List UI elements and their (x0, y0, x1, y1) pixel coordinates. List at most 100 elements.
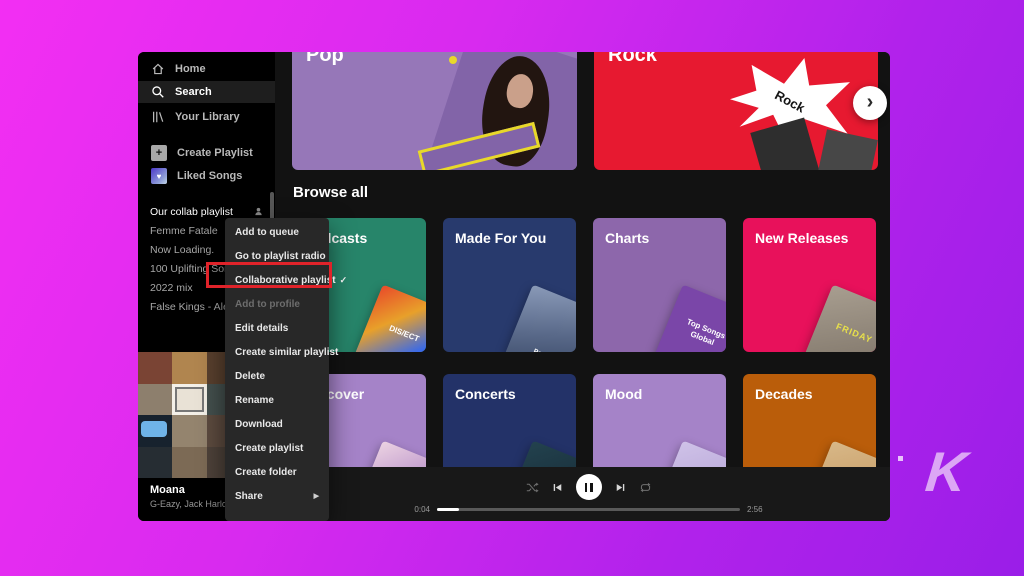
sidebar-item-home[interactable]: Home (138, 58, 275, 80)
collage-tile (172, 352, 206, 384)
menu-item-label: Share (235, 491, 263, 502)
card-title: Concerts (443, 374, 576, 402)
brand-letter: K (923, 444, 969, 500)
elapsed-time: 0:04 (410, 505, 430, 514)
check-icon: ✓ (340, 275, 348, 286)
menu-item-label: Create playlist (235, 443, 303, 454)
menu-item-label: Add to profile (235, 299, 300, 310)
card-title: Decades (743, 374, 876, 402)
pause-button[interactable] (576, 474, 602, 500)
menu-item-label: Create folder (235, 467, 297, 478)
browse-grid: Podcasts DIS/ECT Made For You Pop Mix Ch… (293, 218, 876, 508)
pause-icon (590, 483, 593, 492)
sidebar-item-label: Home (175, 63, 206, 75)
genre-artwork-label: Rock (772, 87, 807, 115)
card-artwork-label: DIS/ECT (381, 321, 426, 348)
collage-tile (138, 352, 172, 384)
annotation-highlight-box (206, 262, 332, 288)
card-artwork-label: FRIDAY (830, 320, 876, 348)
carousel-next-button[interactable]: › (853, 86, 887, 120)
progress-fill (437, 508, 459, 511)
submenu-arrow-icon: ▶ (314, 492, 319, 500)
menu-item-label: Rename (235, 395, 274, 406)
main-content: Pop Rock Rock › Browse all Podcasts DIS/… (275, 52, 890, 521)
genre-artwork (750, 118, 821, 170)
menu-item-share[interactable]: Share ▶ (225, 484, 329, 508)
menu-item-download[interactable]: Download (225, 412, 329, 436)
browse-all-heading: Browse all (293, 184, 368, 201)
card-title: Charts (593, 218, 726, 246)
sidebar-item-search[interactable]: Search (138, 81, 275, 103)
menu-item-add-to-queue[interactable]: Add to queue (225, 220, 329, 244)
browse-card-charts[interactable]: Charts Top Songs Global (593, 218, 726, 352)
card-artwork: DIS/ECT (355, 285, 426, 352)
collaborative-icon (254, 207, 263, 216)
repeat-icon[interactable] (639, 481, 652, 494)
player-bar: 0:04 2:56 (275, 467, 890, 521)
genre-artwork (814, 129, 878, 170)
playlist-name: 2022 mix (150, 282, 193, 294)
card-title: New Releases (743, 218, 876, 246)
card-artwork: FRIDAY (805, 285, 876, 352)
pause-icon (585, 483, 588, 492)
menu-item-label: Add to queue (235, 227, 299, 238)
player-controls (287, 474, 890, 500)
genre-card-pop[interactable]: Pop (292, 52, 577, 170)
create-playlist-label: Create Playlist (177, 147, 253, 159)
card-title: Mood (593, 374, 726, 402)
plus-icon: + (151, 145, 167, 161)
collage-tile (172, 415, 206, 447)
genre-title: Pop (292, 52, 577, 67)
collage-tile (138, 415, 172, 447)
playlist-name: Our collab playlist (150, 206, 233, 218)
library-icon (151, 110, 165, 124)
home-icon (151, 62, 165, 76)
card-artwork: Top Songs Global (655, 285, 726, 352)
collage-tile (172, 384, 206, 416)
menu-item-delete[interactable]: Delete (225, 364, 329, 388)
collage-tile (172, 447, 206, 479)
sidebar-item-label: Search (175, 86, 212, 98)
card-title: Made For You (443, 218, 576, 246)
collage-tile (138, 384, 172, 416)
menu-item-create-similar-playlist[interactable]: Create similar playlist (225, 340, 329, 364)
sidebar-item-your-library[interactable]: Your Library (138, 106, 275, 128)
progress-bar[interactable] (437, 508, 740, 511)
menu-item-label: Delete (235, 371, 265, 382)
sparkle-icon (898, 456, 903, 461)
next-track-icon[interactable] (615, 482, 626, 493)
card-artwork: Pop Mix (505, 285, 576, 352)
now-playing-artists[interactable]: G-Eazy, Jack Harlow (150, 499, 233, 509)
genre-card-rock[interactable]: Rock Rock (594, 52, 878, 170)
genre-title: Rock (594, 52, 878, 67)
menu-item-create-folder[interactable]: Create folder (225, 460, 329, 484)
card-artwork-label: Top Songs Global (679, 316, 726, 352)
spotify-window: Home Search Your Library + Create Playli… (138, 52, 890, 521)
menu-item-edit-details[interactable]: Edit details (225, 316, 329, 340)
playback-progress: 0:04 2:56 (287, 505, 890, 514)
create-playlist-button[interactable]: + Create Playlist (138, 142, 275, 164)
liked-songs-label: Liked Songs (177, 170, 242, 182)
shuffle-icon[interactable] (526, 481, 539, 494)
heart-icon: ♥ (151, 168, 167, 184)
search-icon (151, 85, 165, 99)
menu-item-create-playlist[interactable]: Create playlist (225, 436, 329, 460)
menu-item-label: Download (235, 419, 283, 430)
collage-tile (138, 447, 172, 479)
now-playing-track[interactable]: Moana (150, 484, 185, 496)
liked-songs-button[interactable]: ♥ Liked Songs (138, 165, 275, 187)
menu-item-label: Go to playlist radio (235, 251, 326, 262)
chevron-right-icon: › (867, 92, 874, 112)
browse-card-new-releases[interactable]: New Releases FRIDAY (743, 218, 876, 352)
menu-item-label: Create similar playlist (235, 347, 338, 358)
browse-card-made-for-you[interactable]: Made For You Pop Mix (443, 218, 576, 352)
duration-time: 2:56 (747, 505, 767, 514)
playlist-name: Femme Fatale (150, 225, 218, 237)
card-artwork-label: Pop Mix (522, 344, 568, 352)
menu-item-label: Edit details (235, 323, 288, 334)
playlist-name: Now Loading. (150, 244, 214, 256)
menu-item-rename[interactable]: Rename (225, 388, 329, 412)
previous-track-icon[interactable] (552, 482, 563, 493)
menu-item-add-to-profile: Add to profile (225, 292, 329, 316)
sidebar-item-label: Your Library (175, 111, 240, 123)
